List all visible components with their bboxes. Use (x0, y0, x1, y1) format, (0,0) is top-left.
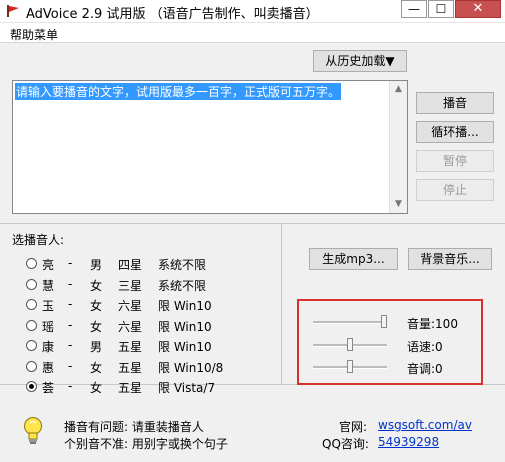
voice-dash: - (68, 276, 73, 291)
voice-limit: 系统不限 (158, 278, 207, 293)
red-flag-icon (7, 5, 19, 17)
voice-limit: 限 Win10 (158, 319, 212, 334)
generate-mp3-button[interactable]: 生成mp3... (309, 248, 398, 270)
play-button[interactable]: 播音 (416, 92, 494, 114)
radio-button[interactable] (26, 299, 37, 310)
volume-label: 音量:100 (407, 317, 458, 331)
radio-button[interactable] (26, 360, 37, 372)
voice-name: 玉 (42, 299, 55, 313)
voice-gender: 女 (90, 299, 103, 313)
scroll-down-icon[interactable]: ▼ (390, 196, 407, 213)
radio-button[interactable] (26, 319, 37, 331)
slider-thumb[interactable] (347, 338, 353, 351)
volume-slider[interactable] (313, 315, 387, 329)
voice-name: 瑶 (42, 319, 55, 334)
voice-stars: 六星 (118, 299, 143, 313)
website-label: 官网: (339, 420, 368, 434)
voice-name: 惠 (42, 360, 55, 375)
text-scrollbar[interactable]: ▲ ▼ (389, 81, 407, 213)
voice-limit: 限 Vista/7 (158, 381, 216, 395)
tip-line-2: 个别音不准: 用别字或换个句子 (64, 437, 228, 451)
voice-stars: 三星 (118, 278, 143, 293)
divider-vertical (281, 224, 282, 384)
close-icon: ✕ (472, 1, 484, 16)
maximize-icon: ☐ (435, 2, 447, 16)
voice-stars: 四星 (118, 258, 143, 272)
slider-track (313, 321, 387, 324)
voice-dash: - (68, 317, 73, 332)
voice-stars: 五星 (118, 360, 143, 375)
voice-name: 康 (42, 340, 55, 354)
slider-thumb[interactable] (347, 360, 353, 373)
load-history-button[interactable]: 从历史加载▼ (313, 50, 407, 72)
voice-limit: 系统不限 (158, 258, 207, 272)
speed-label: 语速:0 (407, 340, 443, 354)
voice-gender: 男 (90, 340, 103, 354)
radio-button[interactable] (26, 340, 37, 351)
voice-dash: - (68, 358, 73, 373)
voice-dash: - (68, 297, 73, 311)
voice-name: 荟 (42, 381, 55, 395)
website-link[interactable]: wsgsoft.com/av (378, 418, 472, 432)
voice-stars: 五星 (118, 340, 143, 354)
minimize-icon: — (408, 2, 420, 16)
voice-limit: 限 Win10/8 (158, 360, 224, 375)
minimize-button[interactable]: — (401, 0, 427, 18)
voice-limit: 限 Win10 (158, 299, 212, 313)
speech-text-input[interactable]: 请输入要播音的文字，试用版最多一百字，正式版可五万字。 ▲ ▼ (12, 80, 408, 214)
maximize-button[interactable]: ☐ (428, 0, 454, 18)
pitch-slider[interactable] (313, 360, 387, 374)
main-window: AdVoice 2.9 试用版 （语音广告制作、叫卖播音） — ☐ ✕ 帮助菜单… (0, 0, 505, 462)
scroll-up-icon[interactable]: ▲ (390, 81, 407, 98)
voice-stars: 六星 (118, 319, 143, 334)
voice-name: 亮 (42, 258, 55, 272)
pitch-label: 音调:0 (407, 362, 443, 376)
menu-help[interactable]: 帮助菜单 (10, 26, 58, 43)
speech-text-value: 请输入要播音的文字，试用版最多一百字，正式版可五万字。 (15, 83, 342, 100)
voice-section-label: 选播音人: (12, 233, 65, 247)
audio-settings-box: 音量:100 语速:0 音调:0 (297, 299, 483, 385)
background-music-button[interactable]: 背景音乐... (408, 248, 492, 270)
tip-line-1: 播音有问题: 请重装播音人 (64, 420, 204, 434)
qq-link[interactable]: 54939298 (378, 435, 439, 449)
window-title: AdVoice 2.9 试用版 （语音广告制作、叫卖播音） (26, 7, 319, 22)
voice-limit: 限 Win10 (158, 340, 212, 354)
radio-button[interactable] (26, 278, 37, 290)
stop-button[interactable]: 停止 (416, 179, 494, 201)
voice-gender: 女 (90, 278, 103, 293)
menu-bar: 帮助菜单 (0, 23, 505, 43)
qq-label: QQ咨询: (322, 437, 369, 451)
voice-gender: 女 (90, 381, 103, 395)
title-bar[interactable]: AdVoice 2.9 试用版 （语音广告制作、叫卖播音） — ☐ ✕ (0, 0, 505, 23)
voice-gender: 女 (90, 319, 103, 334)
voice-gender: 男 (90, 258, 103, 272)
divider (0, 223, 505, 224)
lightbulb-icon (24, 417, 42, 444)
voice-stars: 五星 (118, 381, 143, 395)
voice-dash: - (68, 338, 73, 352)
voice-gender: 女 (90, 360, 103, 375)
radio-button[interactable] (26, 381, 37, 392)
pause-button[interactable]: 暂停 (416, 150, 494, 172)
slider-thumb[interactable] (381, 315, 387, 328)
voice-name: 慧 (42, 278, 55, 293)
loop-play-button[interactable]: 循环播... (416, 121, 494, 143)
speed-slider[interactable] (313, 338, 387, 352)
radio-button[interactable] (26, 258, 37, 269)
voice-dash: - (68, 379, 73, 393)
close-button[interactable]: ✕ (455, 0, 501, 18)
voice-dash: - (68, 256, 73, 270)
